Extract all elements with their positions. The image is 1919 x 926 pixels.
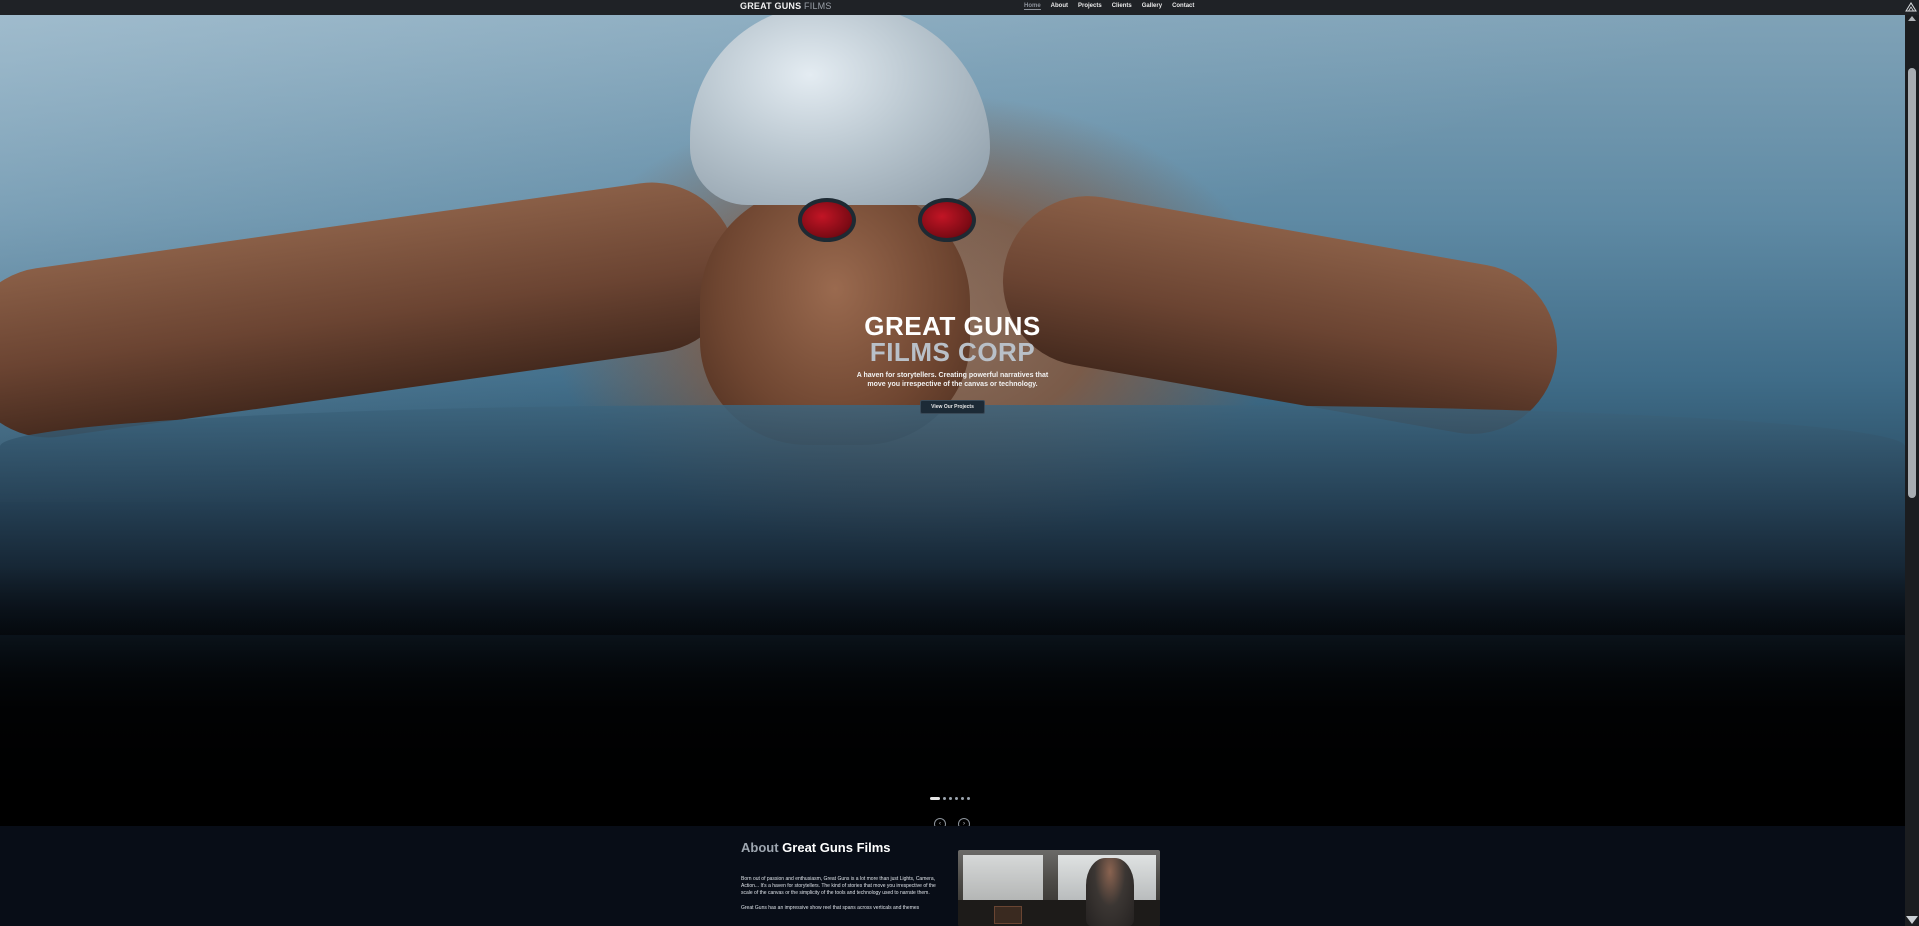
slider-dot-2[interactable]: [943, 797, 946, 800]
about-image-monitor: [994, 906, 1022, 924]
hero-swim-cap: [690, 15, 990, 205]
brand-sub-text: FILMS: [804, 1, 832, 11]
hero-goggle-left: [798, 198, 856, 242]
scroll-up-arrow-icon[interactable]: [1908, 16, 1916, 21]
about-paragraph-1: Born out of passion and enthusiasm, Grea…: [741, 876, 936, 896]
slider-prev-button[interactable]: ‹: [934, 818, 946, 826]
about-image: [958, 850, 1160, 926]
about-image-person: [1086, 858, 1134, 926]
slider-next-button[interactable]: ›: [958, 818, 970, 826]
about-paragraph-2: Great Guns has an impressive show reel t…: [741, 905, 920, 911]
nav-item-clients[interactable]: Clients: [1112, 3, 1132, 10]
nav-item-projects[interactable]: Projects: [1078, 3, 1102, 10]
about-body: Born out of passion and enthusiasm, Grea…: [741, 876, 946, 920]
nav-item-gallery[interactable]: Gallery: [1142, 3, 1162, 10]
slider-dots: [930, 797, 970, 800]
slider-arrows: ‹ ›: [934, 818, 970, 826]
hero-caption: GREAT GUNS FILMS CORP A haven for storyt…: [0, 313, 1905, 414]
slider-dot-4[interactable]: [955, 797, 958, 800]
about-section: About Great Guns Films Born out of passi…: [0, 826, 1905, 926]
hero-goggle-right: [918, 198, 976, 242]
logo-triangle-icon[interactable]: [1905, 1, 1917, 13]
hero-bottom-fade: [0, 566, 1905, 826]
brand-main-text: GREAT GUNS: [740, 1, 802, 11]
slider-dot-5[interactable]: [961, 797, 964, 800]
view-projects-button[interactable]: View Our Projects: [920, 400, 985, 414]
nav-item-about[interactable]: About: [1051, 3, 1068, 10]
page-scrollbar[interactable]: [1905, 15, 1919, 926]
about-heading-part1: About: [741, 840, 779, 855]
hero-title-line2: FILMS CORP: [869, 337, 1036, 367]
main-nav: Home About Projects Clients Gallery Cont…: [1024, 3, 1194, 10]
slider-dot-6[interactable]: [967, 797, 970, 800]
hero-title-line1: GREAT GUNS: [864, 311, 1041, 341]
brand-logo[interactable]: GREAT GUNS FILMS: [740, 1, 832, 11]
slider-dot-1[interactable]: [930, 797, 940, 800]
about-heading: About Great Guns Films: [741, 840, 891, 855]
nav-item-home[interactable]: Home: [1024, 3, 1041, 10]
nav-item-contact[interactable]: Contact: [1172, 3, 1194, 10]
about-heading-part2: Great Guns Films: [782, 840, 891, 855]
scrollbar-thumb[interactable]: [1908, 68, 1916, 498]
hero-tagline: A haven for storytellers. Creating power…: [856, 372, 1049, 388]
top-navbar: GREAT GUNS FILMS Home About Projects Cli…: [0, 0, 1919, 15]
hero-slider: GREAT GUNS FILMS CORP A haven for storyt…: [0, 15, 1905, 826]
scroll-down-arrow-icon[interactable]: [1906, 916, 1918, 924]
slider-dot-3[interactable]: [949, 797, 952, 800]
